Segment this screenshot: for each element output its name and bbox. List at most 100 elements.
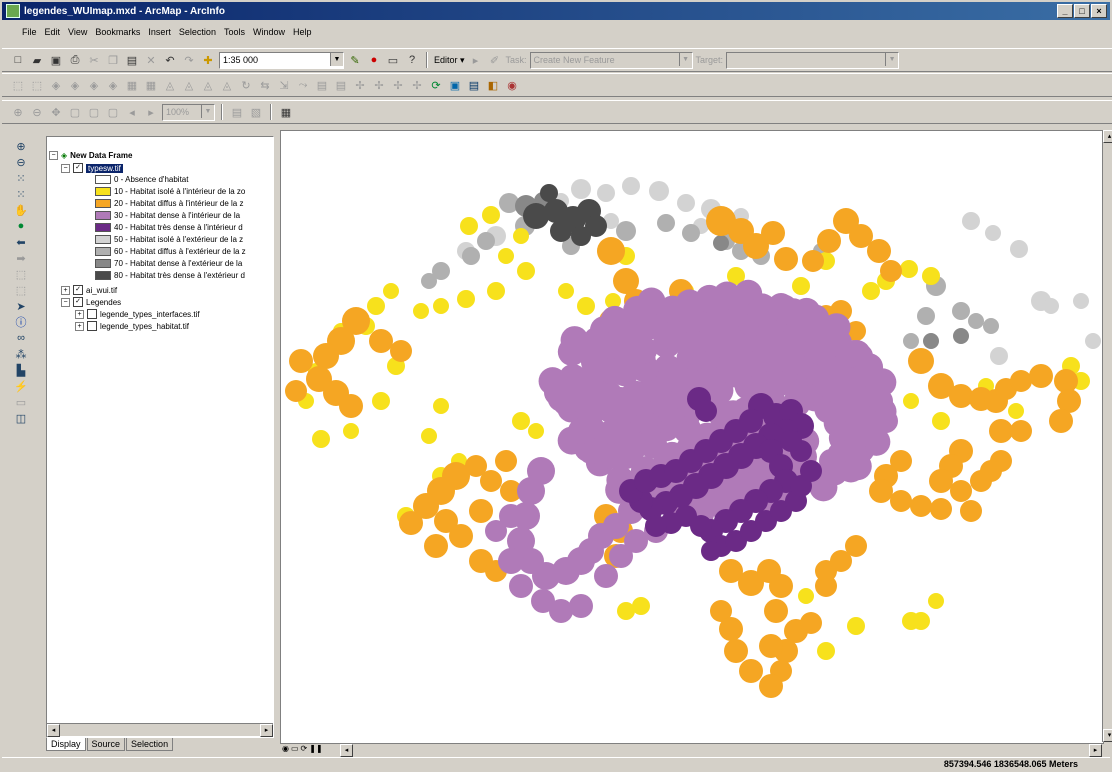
layout-back-icon[interactable]: ◂ bbox=[124, 104, 140, 120]
sketch-properties-icon[interactable]: ▤ bbox=[333, 77, 349, 93]
scroll-up-icon[interactable]: ▴ bbox=[1103, 130, 1112, 143]
layer-visibility-checkbox[interactable] bbox=[87, 321, 97, 331]
menu-selection[interactable]: Selection bbox=[179, 27, 216, 37]
trace-icon[interactable]: ⤳ bbox=[295, 77, 311, 93]
minimize-button[interactable]: _ bbox=[1057, 4, 1073, 18]
layer-visibility-checkbox[interactable]: ✓ bbox=[73, 163, 83, 173]
buffer-icon[interactable]: ◬ bbox=[200, 77, 216, 93]
html-popup-icon[interactable]: ◫ bbox=[14, 411, 28, 425]
collapse-icon[interactable]: − bbox=[49, 151, 58, 160]
layout-pan-icon[interactable]: ✥ bbox=[48, 104, 64, 120]
select-features-icon[interactable]: ⬚ bbox=[10, 77, 26, 93]
expand-icon[interactable]: + bbox=[75, 321, 84, 331]
layer-visibility-checkbox[interactable]: ✓ bbox=[73, 285, 83, 295]
topology-icon[interactable]: ◈ bbox=[48, 77, 64, 93]
layout-icon[interactable]: ◧ bbox=[485, 77, 501, 93]
merge-icon[interactable]: ◬ bbox=[181, 77, 197, 93]
refresh-view-icon[interactable]: ⟳ bbox=[301, 744, 308, 753]
layout-full-page-icon[interactable]: ▢ bbox=[67, 104, 83, 120]
menu-edit[interactable]: Edit bbox=[45, 27, 61, 37]
print-icon[interactable]: ⎙ bbox=[67, 52, 83, 68]
identify-icon[interactable]: ▣ bbox=[447, 77, 463, 93]
collapse-icon[interactable]: − bbox=[61, 297, 70, 307]
validate-icon[interactable]: ◈ bbox=[105, 77, 121, 93]
align-icon[interactable]: ◬ bbox=[219, 77, 235, 93]
group-layer-legendes[interactable]: − ✓ Legendes bbox=[61, 297, 121, 307]
flip-icon[interactable]: ⇆ bbox=[257, 77, 273, 93]
habitat-raster-map[interactable] bbox=[281, 131, 1103, 743]
toggle-draft-icon[interactable]: ▤ bbox=[229, 104, 245, 120]
layer-visibility-checkbox[interactable]: ✓ bbox=[73, 297, 83, 307]
fixed-zoom-out-icon[interactable]: ⁙ bbox=[14, 187, 28, 201]
attributes-icon[interactable]: ▤ bbox=[314, 77, 330, 93]
palette-icon[interactable]: ◉ bbox=[504, 77, 520, 93]
full-extent-icon[interactable]: ● bbox=[14, 219, 28, 233]
data-frame-row[interactable]: − ◈ New Data Frame bbox=[49, 151, 132, 160]
redo-icon[interactable]: ↷ bbox=[181, 52, 197, 68]
menu-insert[interactable]: Insert bbox=[148, 27, 171, 37]
paste-icon[interactable]: ▤ bbox=[124, 52, 140, 68]
pan-icon[interactable]: ✋ bbox=[14, 203, 28, 217]
sketch-tool-icon[interactable]: ✐ bbox=[487, 52, 503, 68]
topology-edit-icon[interactable]: ◈ bbox=[67, 77, 83, 93]
layout-forward-icon[interactable]: ▸ bbox=[143, 104, 159, 120]
expand-icon[interactable]: + bbox=[75, 309, 84, 319]
scroll-right-icon[interactable]: ▸ bbox=[260, 724, 273, 737]
whats-this-icon[interactable]: ? bbox=[404, 52, 420, 68]
tab-source[interactable]: Source bbox=[86, 738, 126, 751]
snap-icon[interactable]: ✢ bbox=[352, 77, 368, 93]
layout-zoom-combo[interactable]: 100% ▼ bbox=[162, 103, 215, 121]
layout-zoom-out-icon[interactable]: ⊖ bbox=[29, 104, 45, 120]
map-topology-icon[interactable]: ◈ bbox=[86, 77, 102, 93]
measure-icon[interactable]: ▙ bbox=[14, 363, 28, 377]
refresh-icon[interactable]: ⟳ bbox=[428, 77, 444, 93]
trim-icon[interactable]: ✢ bbox=[390, 77, 406, 93]
scroll-down-icon[interactable]: ▾ bbox=[1103, 729, 1112, 742]
new-document-icon[interactable]: □ bbox=[10, 52, 26, 68]
scroll-left-icon[interactable]: ◂ bbox=[340, 744, 353, 757]
menu-tools[interactable]: Tools bbox=[224, 27, 245, 37]
layer-visibility-checkbox[interactable] bbox=[87, 309, 97, 319]
table-icon[interactable]: ▤ bbox=[466, 77, 482, 93]
focus-frame-icon[interactable]: ▧ bbox=[248, 104, 264, 120]
globe-view-icon[interactable]: ◉ bbox=[282, 744, 289, 753]
save-icon[interactable]: ▣ bbox=[48, 52, 64, 68]
maximize-button[interactable]: □ bbox=[1074, 4, 1090, 18]
change-layout-icon[interactable]: ▦ bbox=[278, 104, 294, 120]
rotate-icon[interactable]: ↻ bbox=[238, 77, 254, 93]
back-extent-icon[interactable]: ⬅ bbox=[14, 235, 28, 249]
cut-icon[interactable]: ✂ bbox=[86, 52, 102, 68]
collapse-icon[interactable]: − bbox=[61, 163, 70, 173]
extend-icon[interactable]: ✢ bbox=[371, 77, 387, 93]
clear-selection-icon[interactable]: ⬚ bbox=[29, 77, 45, 93]
scroll-left-icon[interactable]: ◂ bbox=[47, 724, 60, 737]
select-features-icon[interactable]: ⬚ bbox=[14, 283, 28, 297]
close-button[interactable]: × bbox=[1091, 4, 1107, 18]
map-horizontal-scrollbar[interactable]: ◂ ▸ bbox=[340, 743, 1102, 757]
select-elements-icon[interactable]: ⬚ bbox=[14, 267, 28, 281]
menu-file[interactable]: File bbox=[22, 27, 37, 37]
command-line-icon[interactable]: ▭ bbox=[385, 52, 401, 68]
map-scale-combo[interactable]: 1:35 000 ▼ bbox=[219, 51, 344, 69]
go-to-xy-icon[interactable]: ⁂ bbox=[14, 347, 28, 361]
menu-bookmarks[interactable]: Bookmarks bbox=[95, 27, 140, 37]
construct-icon[interactable]: ▦ bbox=[124, 77, 140, 93]
menu-view[interactable]: View bbox=[68, 27, 87, 37]
target-combo[interactable]: ▼ bbox=[726, 51, 900, 69]
split-icon[interactable]: ◬ bbox=[162, 77, 178, 93]
editor-toolbar-icon[interactable]: ✎ bbox=[347, 52, 363, 68]
tab-display[interactable]: Display bbox=[46, 738, 86, 751]
pause-drawing-icon[interactable]: ❚❚ bbox=[309, 744, 322, 753]
generalize-icon[interactable]: ✢ bbox=[409, 77, 425, 93]
add-data-icon[interactable]: ✚ bbox=[200, 52, 216, 68]
layout-fixed-out-icon[interactable]: ▢ bbox=[105, 104, 121, 120]
scale-icon[interactable]: ⇲ bbox=[276, 77, 292, 93]
toc-horizontal-scrollbar[interactable]: ◂ ▸ bbox=[47, 723, 273, 737]
open-folder-icon[interactable]: ▰ bbox=[29, 52, 45, 68]
edit-tool-icon[interactable]: ▸ bbox=[468, 52, 484, 68]
menu-window[interactable]: Window bbox=[253, 27, 285, 37]
layout-zoom-in-icon[interactable]: ⊕ bbox=[10, 104, 26, 120]
copy-icon[interactable]: ❐ bbox=[105, 52, 121, 68]
undo-icon[interactable]: ↶ bbox=[162, 52, 178, 68]
tab-selection[interactable]: Selection bbox=[126, 738, 174, 751]
